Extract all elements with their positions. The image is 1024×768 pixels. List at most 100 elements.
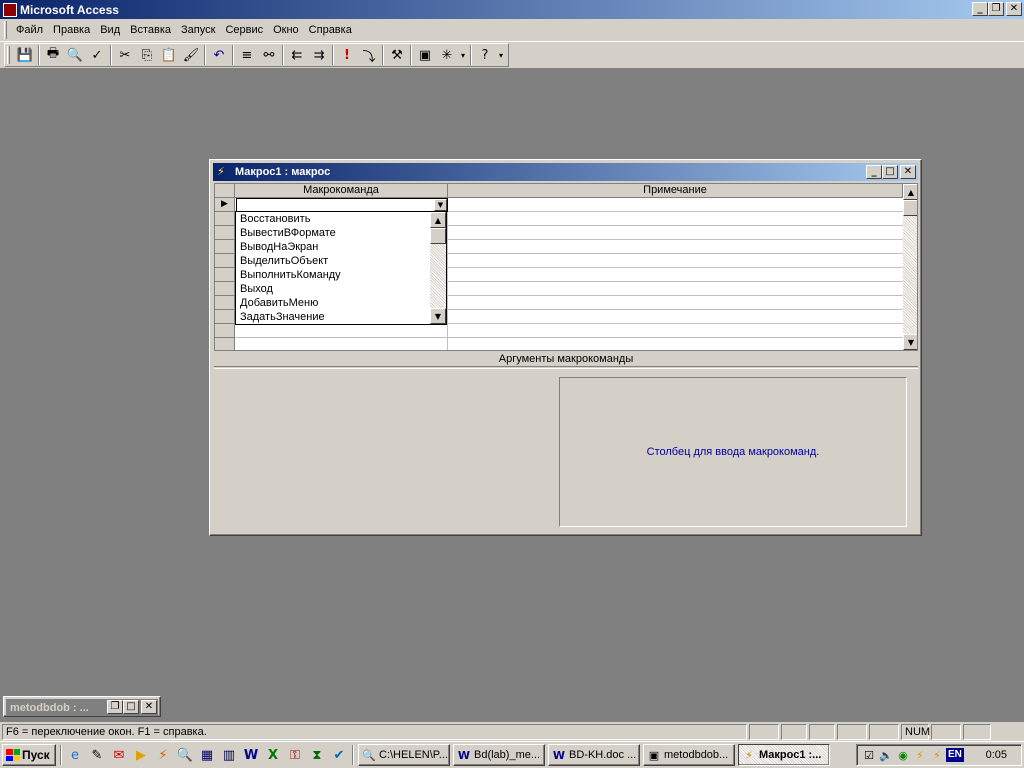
- row-selector[interactable]: [215, 296, 235, 310]
- action-combobox[interactable]: ▼: [236, 198, 448, 212]
- comment-cell[interactable]: [448, 268, 903, 282]
- comment-cell[interactable]: [448, 282, 903, 296]
- mail-icon[interactable]: ✉: [108, 744, 130, 766]
- spelling-icon[interactable]: ✓: [86, 44, 108, 66]
- task-button-access[interactable]: ▣ metodbdob...: [643, 744, 735, 766]
- single-step-icon[interactable]: ⤵: [358, 44, 380, 66]
- comment-cell[interactable]: [448, 226, 903, 240]
- row-selector[interactable]: [215, 324, 235, 338]
- close-button[interactable]: ✕: [1006, 2, 1022, 16]
- winamp-icon[interactable]: ⚡: [152, 744, 174, 766]
- undo-icon[interactable]: ↶: [208, 44, 230, 66]
- scroll-up-button[interactable]: ▲: [430, 212, 446, 228]
- comment-cell[interactable]: [448, 254, 903, 268]
- antivirus-icon[interactable]: ⚡: [912, 747, 928, 763]
- macro-icon[interactable]: ⚡: [217, 165, 231, 179]
- cut-icon[interactable]: ✂: [114, 44, 136, 66]
- internet-explorer-icon[interactable]: e: [64, 744, 86, 766]
- row-selector[interactable]: [215, 254, 235, 268]
- minimized-window[interactable]: metodbdob : ... ❐ □ ✕: [3, 696, 161, 717]
- database-window-icon[interactable]: ▣: [414, 44, 436, 66]
- list-item[interactable]: ВыделитьОбъект: [236, 254, 446, 268]
- scroll-down-button[interactable]: ▼: [430, 308, 446, 324]
- help-icon[interactable]: ?: [474, 44, 496, 66]
- list-item[interactable]: Восстановить: [236, 212, 446, 226]
- macro-close-button[interactable]: ✕: [900, 165, 916, 179]
- menu-help[interactable]: Справка: [304, 22, 357, 38]
- list-item[interactable]: ДобавитьМеню: [236, 296, 446, 310]
- list-item[interactable]: ЗадатьЗначение: [236, 310, 446, 324]
- insert-row-icon[interactable]: ⇇: [286, 44, 308, 66]
- build-icon[interactable]: ⚒: [386, 44, 408, 66]
- list-item[interactable]: ВыполнитьКоманду: [236, 268, 446, 282]
- comment-cell[interactable]: [448, 240, 903, 254]
- excel-icon[interactable]: X: [262, 744, 284, 766]
- menu-tools[interactable]: Сервис: [220, 22, 268, 38]
- print-preview-icon[interactable]: 🔍: [64, 44, 86, 66]
- task-button-macro[interactable]: ⚡ Макрос1 :...: [738, 744, 830, 766]
- notepad-icon[interactable]: ✎: [86, 744, 108, 766]
- row-selector[interactable]: [215, 212, 235, 226]
- menu-window[interactable]: Окно: [268, 22, 304, 38]
- restore-button[interactable]: ❐: [107, 700, 123, 714]
- grid-vertical-scrollbar[interactable]: ▲ ▼: [903, 184, 917, 350]
- row-selector[interactable]: [215, 240, 235, 254]
- task-button-explorer[interactable]: 🔍 C:\HELEN\P...: [358, 744, 450, 766]
- comment-cell[interactable]: [448, 324, 903, 338]
- print-icon[interactable]: 🖶: [42, 44, 64, 66]
- dropdown-scrollbar[interactable]: ▲ ▼: [430, 212, 446, 324]
- network-icon[interactable]: ◉: [895, 747, 911, 763]
- row-selector-current[interactable]: ▶: [215, 198, 235, 212]
- comment-cell[interactable]: [448, 338, 903, 350]
- menu-file[interactable]: Файл: [11, 22, 48, 38]
- calculator-icon[interactable]: ▦: [196, 744, 218, 766]
- task-button-word-2[interactable]: W BD-KH.doc ...: [548, 744, 640, 766]
- app-title-bar[interactable]: Microsoft Access _ ❐ ✕: [0, 0, 1024, 19]
- minimize-button[interactable]: _: [972, 2, 988, 16]
- conditions-icon[interactable]: ⚯: [258, 44, 280, 66]
- new-object-dropdown-icon[interactable]: ▾: [458, 44, 468, 66]
- list-item[interactable]: ВывестиВФормате: [236, 226, 446, 240]
- access-quick-icon[interactable]: ⚿: [284, 744, 306, 766]
- books-icon[interactable]: ▥: [218, 744, 240, 766]
- column-header-action[interactable]: Макрокоманда: [235, 184, 448, 198]
- scroll-down-button[interactable]: ▼: [903, 334, 917, 350]
- row-selector[interactable]: [215, 338, 235, 350]
- close-button[interactable]: ✕: [141, 700, 157, 714]
- action-cell[interactable]: [235, 338, 448, 350]
- format-painter-icon[interactable]: 🖌: [180, 44, 202, 66]
- help-dropdown-icon[interactable]: ▾: [496, 44, 506, 66]
- list-item[interactable]: Выход: [236, 282, 446, 296]
- action-cell[interactable]: [235, 324, 448, 338]
- row-selector[interactable]: [215, 226, 235, 240]
- start-button[interactable]: Пуск: [2, 744, 56, 766]
- macro-window-title-bar[interactable]: ⚡ Макрос1 : макрос _ □ ✕: [213, 163, 918, 181]
- paste-icon[interactable]: 📋: [158, 44, 180, 66]
- run-icon[interactable]: !: [336, 44, 358, 66]
- menu-insert[interactable]: Вставка: [125, 22, 176, 38]
- macro-names-icon[interactable]: ≡: [236, 44, 258, 66]
- row-selector[interactable]: [215, 310, 235, 324]
- scroll-thumb[interactable]: [430, 228, 446, 244]
- comment-cell[interactable]: [448, 198, 903, 212]
- menu-edit[interactable]: Правка: [48, 22, 95, 38]
- copy-icon[interactable]: ⎘: [136, 44, 158, 66]
- toolbar-grip[interactable]: [7, 46, 10, 64]
- row-selector[interactable]: [215, 268, 235, 282]
- macro-maximize-button[interactable]: □: [882, 165, 898, 179]
- comment-cell[interactable]: [448, 212, 903, 226]
- frontpage-icon[interactable]: ✔: [328, 744, 350, 766]
- access-app-icon[interactable]: [3, 2, 17, 17]
- menu-grip[interactable]: [4, 21, 7, 39]
- clock[interactable]: 0:05: [986, 749, 1007, 761]
- checkbox-tray-icon[interactable]: ☑: [861, 747, 877, 763]
- comment-cell[interactable]: [448, 296, 903, 310]
- menu-view[interactable]: Вид: [95, 22, 125, 38]
- chevron-down-icon[interactable]: ▼: [434, 199, 447, 211]
- new-object-icon[interactable]: ✳: [436, 44, 458, 66]
- scroll-thumb[interactable]: [903, 200, 917, 216]
- restore-button[interactable]: ❐: [988, 2, 1004, 16]
- macro-minimize-button[interactable]: _: [866, 165, 882, 179]
- menu-run[interactable]: Запуск: [176, 22, 220, 38]
- search-icon[interactable]: 🔍: [174, 744, 196, 766]
